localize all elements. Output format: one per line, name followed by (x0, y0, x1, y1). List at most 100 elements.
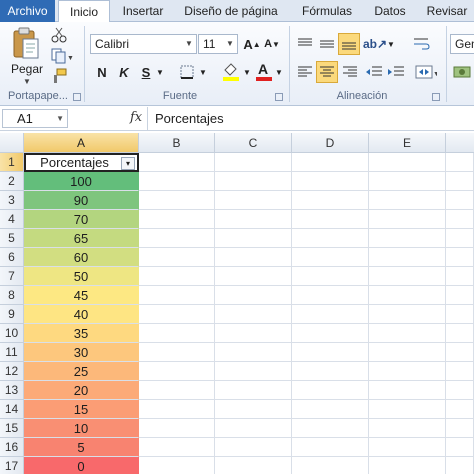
empty-cell[interactable] (215, 438, 292, 457)
empty-cell[interactable] (215, 172, 292, 191)
empty-cell[interactable] (292, 362, 369, 381)
empty-cell[interactable] (369, 229, 446, 248)
percentage-cell[interactable]: 40 (24, 305, 139, 324)
empty-cell[interactable] (369, 381, 446, 400)
empty-cell[interactable] (369, 362, 446, 381)
empty-cell[interactable] (369, 172, 446, 191)
empty-cell[interactable] (215, 419, 292, 438)
paste-dropdown-icon[interactable]: ▼ (10, 76, 44, 86)
empty-cell[interactable] (139, 191, 215, 210)
percentage-cell[interactable]: 45 (24, 286, 139, 305)
empty-cell[interactable] (139, 267, 215, 286)
select-all-corner[interactable] (0, 133, 24, 153)
row-header-5[interactable]: 5 (0, 229, 24, 248)
tab-revisar[interactable]: Revisar (420, 0, 474, 22)
empty-cell[interactable] (369, 210, 446, 229)
fill-color-icon[interactable] (220, 60, 242, 82)
empty-cell[interactable] (139, 286, 215, 305)
align-middle-icon[interactable] (317, 34, 337, 54)
column-header-e[interactable]: E (369, 133, 446, 153)
format-painter-icon[interactable] (50, 67, 68, 85)
empty-cell[interactable] (369, 324, 446, 343)
empty-cell[interactable] (139, 438, 215, 457)
alignment-launcher-icon[interactable] (432, 93, 440, 101)
empty-cell[interactable] (292, 438, 369, 457)
worksheet-grid[interactable]: A B C D E 1 Porcentajes ▾ 2 100 3 90 4 70 5 65 6 60 7… (0, 133, 474, 474)
row-header-14[interactable]: 14 (0, 400, 24, 419)
empty-cell[interactable] (215, 229, 292, 248)
percentage-cell[interactable]: 15 (24, 400, 139, 419)
empty-cell[interactable] (369, 400, 446, 419)
empty-cell[interactable] (292, 267, 369, 286)
empty-cell[interactable] (139, 248, 215, 267)
empty-cell[interactable] (292, 248, 369, 267)
empty-cell[interactable] (292, 210, 369, 229)
empty-cell[interactable] (446, 286, 474, 305)
empty-cell[interactable] (446, 305, 474, 324)
empty-cell[interactable] (139, 343, 215, 362)
empty-cell[interactable] (215, 362, 292, 381)
percentage-cell[interactable]: 0 (24, 457, 139, 474)
empty-cell[interactable] (292, 419, 369, 438)
font-color-icon[interactable]: A (254, 60, 274, 82)
empty-cell[interactable] (215, 267, 292, 286)
row-header-11[interactable]: 11 (0, 343, 24, 362)
empty-cell[interactable] (139, 153, 215, 172)
empty-cell[interactable] (215, 381, 292, 400)
empty-cell[interactable] (139, 229, 215, 248)
row-header-4[interactable]: 4 (0, 210, 24, 229)
row-header-13[interactable]: 13 (0, 381, 24, 400)
empty-cell[interactable] (369, 457, 446, 474)
empty-cell[interactable] (446, 248, 474, 267)
empty-cell[interactable] (292, 343, 369, 362)
percentage-cell[interactable]: 25 (24, 362, 139, 381)
empty-cell[interactable] (139, 305, 215, 324)
orientation-dropdown-icon[interactable]: ▼ (386, 34, 396, 54)
percentage-cell[interactable]: 70 (24, 210, 139, 229)
empty-cell[interactable] (292, 381, 369, 400)
borders-icon[interactable] (176, 62, 198, 82)
empty-cell[interactable] (292, 191, 369, 210)
column-header-c[interactable]: C (215, 133, 292, 153)
cut-icon[interactable] (50, 26, 68, 44)
percentage-cell[interactable]: 20 (24, 381, 139, 400)
tab-datos[interactable]: Datos (366, 0, 414, 22)
decrease-font-icon[interactable]: A ▼ (263, 34, 281, 54)
cell-a1-header[interactable]: Porcentajes ▾ (24, 153, 139, 172)
empty-cell[interactable] (369, 286, 446, 305)
empty-cell[interactable] (369, 305, 446, 324)
empty-cell[interactable] (139, 172, 215, 191)
row-header-17[interactable]: 17 (0, 457, 24, 474)
row-header-7[interactable]: 7 (0, 267, 24, 286)
insert-function-icon[interactable]: fx (130, 110, 142, 125)
tab-formulas[interactable]: Fórmulas (294, 0, 360, 22)
empty-cell[interactable] (446, 381, 474, 400)
empty-cell[interactable] (446, 153, 474, 172)
italic-button[interactable]: K (116, 62, 132, 82)
empty-cell[interactable] (369, 191, 446, 210)
empty-cell[interactable] (215, 248, 292, 267)
empty-cell[interactable] (446, 419, 474, 438)
underline-dropdown-icon[interactable]: ▼ (154, 62, 166, 82)
empty-cell[interactable] (215, 153, 292, 172)
underline-button[interactable]: S (138, 62, 154, 82)
empty-cell[interactable] (292, 286, 369, 305)
empty-cell[interactable] (215, 286, 292, 305)
empty-cell[interactable] (446, 343, 474, 362)
empty-cell[interactable] (446, 172, 474, 191)
filter-dropdown-icon[interactable]: ▾ (121, 157, 135, 170)
empty-cell[interactable] (139, 457, 215, 474)
empty-cell[interactable] (215, 343, 292, 362)
percentage-cell[interactable]: 5 (24, 438, 139, 457)
empty-cell[interactable] (139, 381, 215, 400)
accounting-format-icon[interactable] (452, 62, 474, 82)
column-header-f[interactable] (446, 133, 474, 153)
empty-cell[interactable] (215, 210, 292, 229)
wrap-text-icon[interactable] (412, 34, 432, 54)
empty-cell[interactable] (446, 438, 474, 457)
font-size-select[interactable]: 11 ▼ (198, 34, 238, 54)
name-box[interactable]: A1 ▼ (2, 109, 68, 128)
font-name-select[interactable]: Calibri ▼ (90, 34, 197, 54)
empty-cell[interactable] (369, 248, 446, 267)
bold-button[interactable]: N (94, 62, 110, 82)
